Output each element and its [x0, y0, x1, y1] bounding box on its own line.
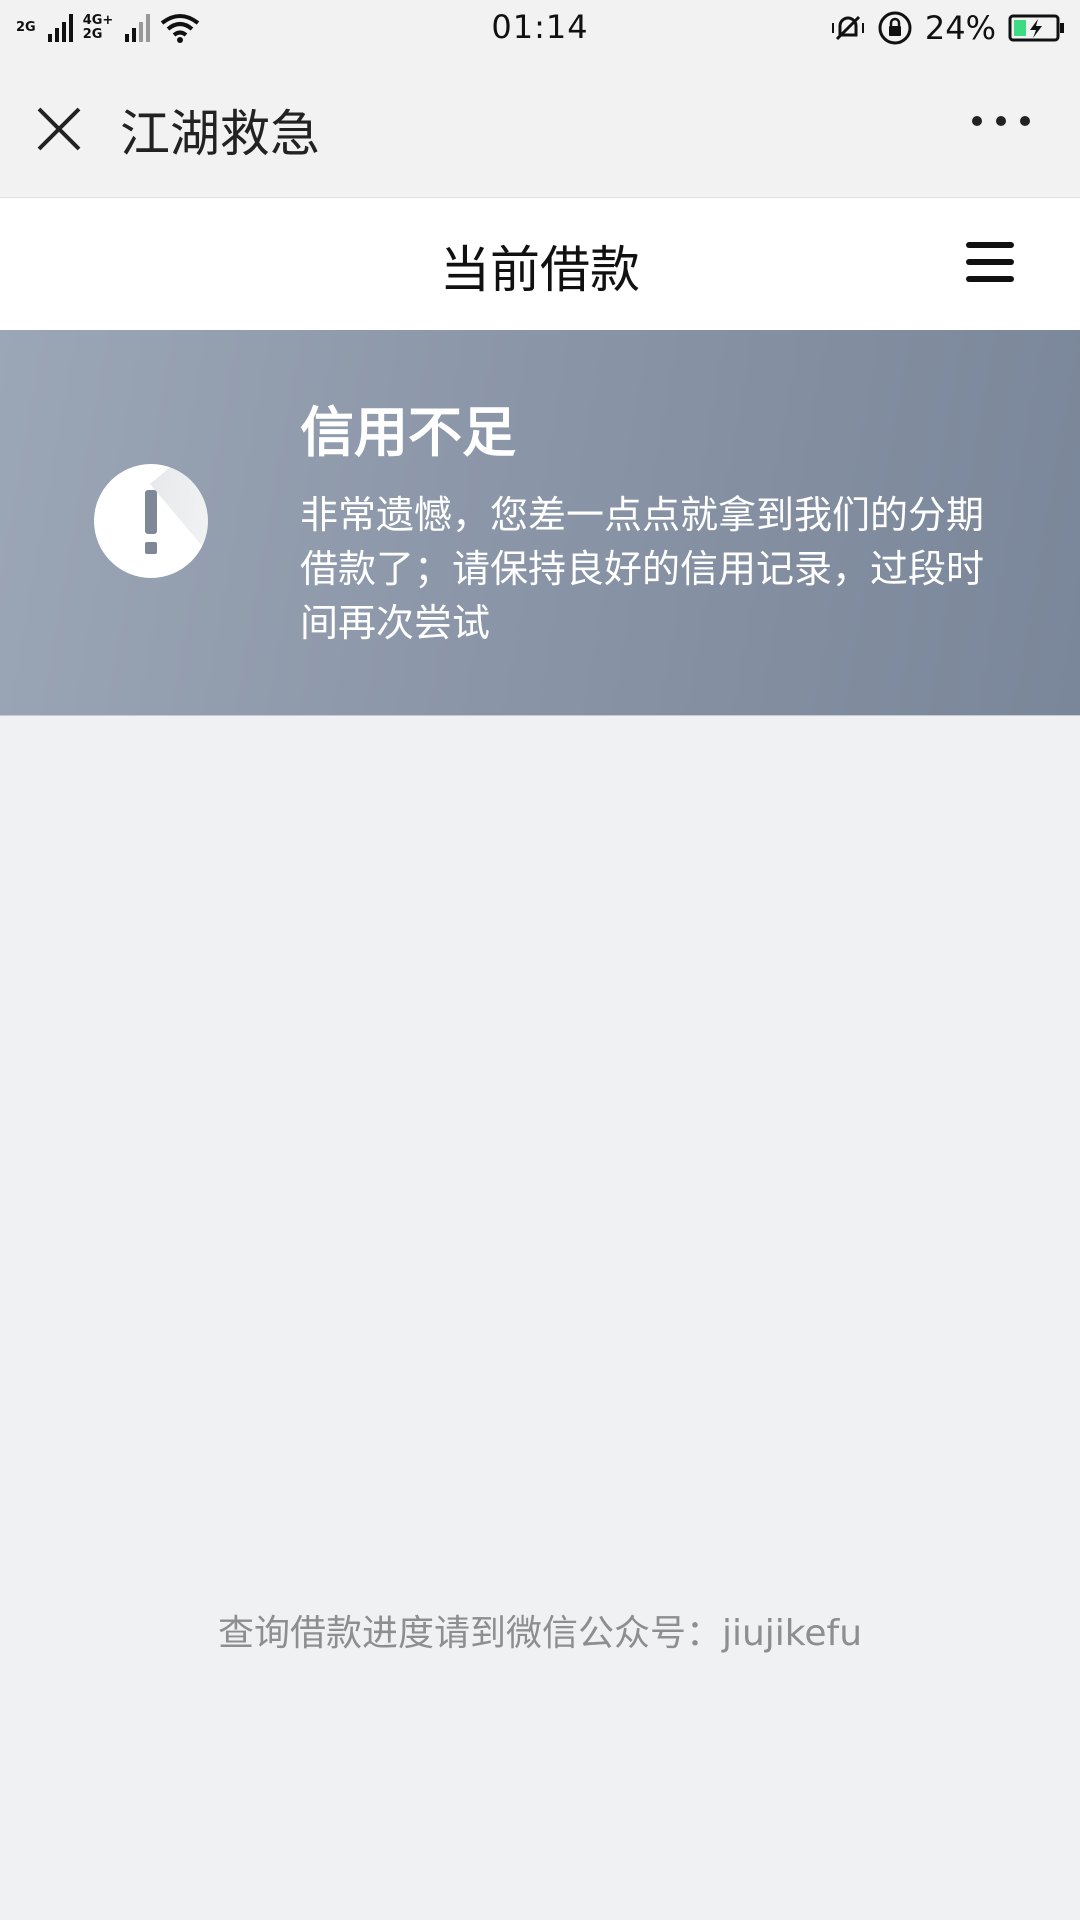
status-right: 24% — [831, 8, 1066, 48]
more-dot — [972, 116, 982, 126]
more-dot — [1020, 116, 1030, 126]
page-title: 当前借款 — [440, 241, 640, 299]
close-icon[interactable] — [34, 104, 84, 154]
battery-icon — [1008, 14, 1064, 42]
mute-icon — [831, 15, 864, 41]
more-icon[interactable] — [972, 116, 1030, 126]
screen: 2G 4G+ 2G 01:14 24% 江湖救急 当前借款 信用不足 非常遗憾，… — [0, 0, 1080, 1920]
more-dot — [996, 116, 1006, 126]
status-bar: 2G 4G+ 2G 01:14 24% — [0, 0, 1080, 56]
hamburger-menu-icon[interactable] — [966, 242, 1014, 286]
nav-title: 江湖救急 — [120, 105, 320, 163]
alert-icon — [94, 464, 208, 578]
rotation-lock-icon — [878, 11, 912, 45]
banner-description: 非常遗憾，您差一点点就拿到我们的分期借款了；请保持良好的信用记录，过段时间再次尝… — [300, 493, 985, 645]
nav-bar: 江湖救急 — [0, 56, 1080, 198]
banner-title: 信用不足 — [300, 401, 516, 464]
credit-insufficient-banner: 信用不足 非常遗憾，您差一点点就拿到我们的分期借款了；请保持良好的信用记录，过段… — [0, 330, 1080, 716]
footer-note: 查询借款进度请到微信公众号：jiujikefu — [217, 1613, 863, 1654]
battery-percent: 24% — [924, 9, 996, 47]
page-header: 当前借款 — [0, 198, 1080, 330]
